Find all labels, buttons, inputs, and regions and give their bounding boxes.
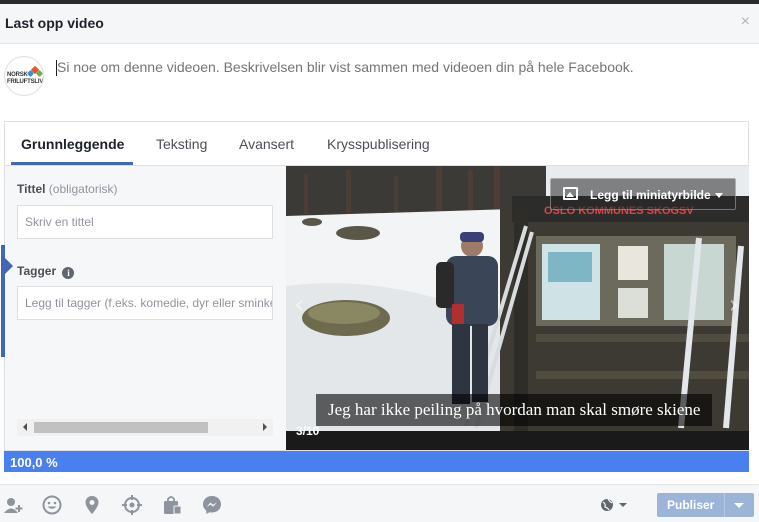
tags-input[interactable]: Legg til tagger (f.eks. komedie, dyr ell… xyxy=(17,286,273,320)
description-input[interactable] xyxy=(57,59,747,75)
tab-krysspublisering[interactable]: Krysspublisering xyxy=(327,136,430,152)
next-thumbnail-icon[interactable]: › xyxy=(729,290,739,320)
chevron-down-icon xyxy=(715,193,723,198)
dialog-header: Last opp video × xyxy=(0,4,759,44)
dialog-title: Last opp video xyxy=(5,15,104,31)
feeling-icon[interactable] xyxy=(42,495,62,515)
tab-grunnleggende[interactable]: Grunnleggende xyxy=(21,136,124,152)
add-thumbnail-label: Legg til miniatyrbilde xyxy=(590,188,711,202)
messenger-icon[interactable] xyxy=(202,495,222,515)
title-required-hint: (obligatorisk) xyxy=(48,182,118,196)
target-icon[interactable] xyxy=(122,495,142,515)
info-icon[interactable]: i xyxy=(62,267,75,279)
scrollbar-thumb[interactable] xyxy=(34,422,208,433)
scroll-right-icon[interactable] xyxy=(263,423,267,431)
title-input[interactable]: Skriv en tittel xyxy=(17,205,273,239)
publish-options-chevron-icon[interactable] xyxy=(734,503,744,508)
thumbnail-counter: 3/10 xyxy=(296,424,320,438)
tags-label-text: Tagger xyxy=(17,264,57,278)
previous-thumbnail-icon[interactable]: ‹ xyxy=(294,290,304,320)
composer-footer: Publiser xyxy=(0,484,759,522)
details-form: Tittel (obligatorisk) Skriv en tittel Ta… xyxy=(1,166,287,450)
video-preview: OSLO KOMMUNES SKOGSV ‹ › Legg til miniat… xyxy=(286,166,749,450)
publish-divider xyxy=(724,493,725,517)
upload-progress-text: 100,0 % xyxy=(10,455,58,470)
scroll-left-icon[interactable] xyxy=(23,423,27,431)
step-marker-arrow-icon xyxy=(5,258,13,274)
publish-button[interactable]: Publiser xyxy=(657,493,754,517)
composer: NORSK FRILUFTSLIV xyxy=(0,44,759,122)
page-avatar: NORSK FRILUFTSLIV xyxy=(4,56,44,96)
close-icon[interactable]: × xyxy=(741,13,750,31)
location-icon[interactable] xyxy=(82,495,102,515)
avatar-logo-text-1: NORSK xyxy=(7,72,28,78)
upload-progress-bar: 100,0 % xyxy=(4,451,749,472)
avatar-logo-text-2: FRILUFTSLIV xyxy=(7,79,44,85)
title-label: Tittel (obligatorisk) xyxy=(17,182,118,196)
add-thumbnail-button[interactable]: Legg til miniatyrbilde xyxy=(550,178,736,210)
logo-leaf-green xyxy=(35,69,43,78)
tags-label: Tagger i xyxy=(17,264,75,279)
active-tab-indicator xyxy=(11,162,133,165)
horizontal-scrollbar[interactable] xyxy=(17,419,273,436)
shopping-bag-icon[interactable] xyxy=(162,495,182,515)
tag-people-icon[interactable] xyxy=(3,495,23,515)
image-icon xyxy=(563,187,578,200)
tab-avansert[interactable]: Avansert xyxy=(239,136,294,152)
publish-label: Publiser xyxy=(667,498,715,512)
tab-teksting[interactable]: Teksting xyxy=(156,136,207,152)
privacy-selector[interactable] xyxy=(600,496,630,514)
upload-panel: Grunnleggende Teksting Avansert Krysspub… xyxy=(1,121,749,451)
globe-icon xyxy=(601,498,627,511)
title-label-text: Tittel xyxy=(17,182,46,196)
tab-bar: Grunnleggende Teksting Avansert Krysspub… xyxy=(5,122,748,166)
video-subtitle: Jeg har ikke peiling på hvordan man skal… xyxy=(316,394,713,426)
